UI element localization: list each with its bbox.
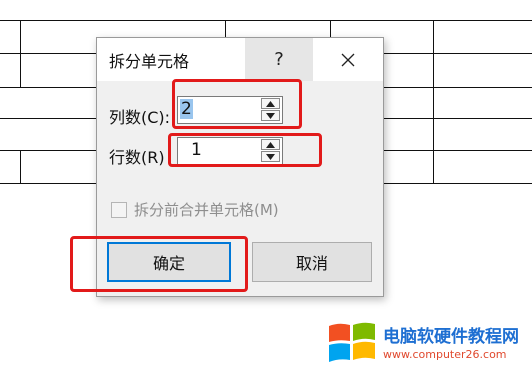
help-icon: ? (274, 49, 284, 70)
cancel-button[interactable]: 取消 (252, 242, 372, 282)
merge-before-split-checkbox[interactable] (111, 201, 127, 218)
merge-before-split-option[interactable]: 拆分前合并单元格(M) (111, 199, 279, 220)
site-watermark: 电脑软硬件教程网 www.computer26.com (327, 318, 527, 368)
dialog-titlebar: 拆分单元格 ? (97, 38, 383, 81)
help-button[interactable]: ? (245, 38, 313, 81)
cancel-button-label: 取消 (295, 254, 328, 273)
annotation-box-ok (70, 236, 248, 292)
columns-label: 列数(C): (109, 108, 171, 127)
merge-before-split-label: 拆分前合并单元格(M) (134, 201, 279, 219)
dialog-title: 拆分单元格 (109, 52, 190, 71)
watermark-url: www.computer26.com (383, 348, 507, 361)
rows-label: 行数(R) (109, 148, 165, 167)
annotation-box-rows (168, 133, 322, 167)
watermark-site-name: 电脑软硬件教程网 (383, 327, 519, 347)
close-icon (341, 53, 355, 66)
windows-logo-icon (329, 322, 375, 362)
annotation-box-columns (172, 79, 302, 129)
close-button[interactable] (313, 38, 383, 81)
